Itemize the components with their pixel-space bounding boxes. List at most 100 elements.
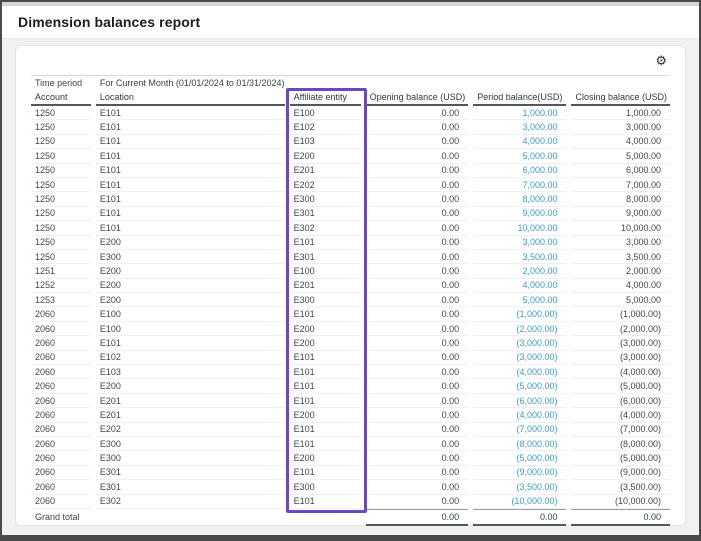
cell-period[interactable]: 4,000.00 bbox=[473, 135, 566, 149]
cell-opening: 0.00 bbox=[366, 322, 468, 336]
table-row: 2060E300E1010.00(8,000.00)(8,000.00) bbox=[31, 437, 670, 451]
cell-location: E101 bbox=[96, 336, 285, 350]
cell-period[interactable]: 4,000.00 bbox=[473, 279, 566, 293]
table-row: 1252E200E2010.004,000.004,000.00 bbox=[31, 279, 670, 293]
cell-location: E200 bbox=[96, 379, 285, 393]
cell-period[interactable]: 3,000.00 bbox=[473, 236, 566, 250]
table-row: 2060E100E1010.00(1,000.00)(1,000.00) bbox=[31, 307, 670, 321]
cell-period[interactable]: 5,000.00 bbox=[473, 149, 566, 163]
cell-location: E200 bbox=[96, 293, 285, 307]
cell-account: 2060 bbox=[31, 423, 91, 437]
cell-period[interactable]: (3,000.00) bbox=[473, 351, 566, 365]
cell-opening: 0.00 bbox=[366, 250, 468, 264]
cell-period[interactable]: (6,000.00) bbox=[473, 394, 566, 408]
cell-period[interactable]: (3,500.00) bbox=[473, 480, 566, 494]
report-table-area: Time period For Current Month (01/01/202… bbox=[31, 75, 670, 526]
cell-closing: (5,000.00) bbox=[571, 379, 670, 393]
cell-affiliate: E101 bbox=[290, 307, 361, 321]
cell-affiliate: E101 bbox=[290, 236, 361, 250]
cell-period[interactable]: (5,000.00) bbox=[473, 379, 566, 393]
cell-period[interactable]: (7,000.00) bbox=[473, 423, 566, 437]
cell-closing: (7,000.00) bbox=[571, 423, 670, 437]
cell-affiliate: E301 bbox=[290, 250, 361, 264]
cell-account: 1250 bbox=[31, 221, 91, 235]
cell-period[interactable]: 3,500.00 bbox=[473, 250, 566, 264]
balances-table: Time period For Current Month (01/01/202… bbox=[26, 76, 675, 526]
cell-account: 1252 bbox=[31, 279, 91, 293]
cell-period[interactable]: (2,000.00) bbox=[473, 322, 566, 336]
cell-account: 1253 bbox=[31, 293, 91, 307]
cell-location: E101 bbox=[96, 221, 285, 235]
cell-period[interactable]: 1,000.00 bbox=[473, 106, 566, 120]
cell-opening: 0.00 bbox=[366, 365, 468, 379]
cell-account: 2060 bbox=[31, 379, 91, 393]
time-period-row: Time period For Current Month (01/01/202… bbox=[31, 76, 670, 90]
cell-period[interactable]: (4,000.00) bbox=[473, 365, 566, 379]
table-row: 1250E101E3020.0010,000.0010,000.00 bbox=[31, 221, 670, 235]
cell-affiliate: E101 bbox=[290, 394, 361, 408]
cell-affiliate: E101 bbox=[290, 495, 361, 509]
cell-location: E201 bbox=[96, 394, 285, 408]
cell-account: 1250 bbox=[31, 135, 91, 149]
cell-period[interactable]: 9,000.00 bbox=[473, 207, 566, 221]
cell-opening: 0.00 bbox=[366, 120, 468, 134]
cell-period[interactable]: 2,000.00 bbox=[473, 264, 566, 278]
cell-location: E101 bbox=[96, 120, 285, 134]
cell-affiliate: E101 bbox=[290, 365, 361, 379]
table-row: 2060E300E2000.00(5,000.00)(5,000.00) bbox=[31, 451, 670, 465]
table-row: 1250E200E1010.003,000.003,000.00 bbox=[31, 236, 670, 250]
cell-period[interactable]: (3,000.00) bbox=[473, 336, 566, 350]
cell-opening: 0.00 bbox=[366, 423, 468, 437]
cell-closing: (6,000.00) bbox=[571, 394, 670, 408]
page-header: Dimension balances report bbox=[2, 6, 699, 39]
cell-account: 2060 bbox=[31, 437, 91, 451]
cell-closing: (10,000.00) bbox=[571, 495, 670, 509]
table-row: 1250E101E1000.001,000.001,000.00 bbox=[31, 106, 670, 120]
cell-period[interactable]: 7,000.00 bbox=[473, 178, 566, 192]
table-row: 1250E101E3010.009,000.009,000.00 bbox=[31, 207, 670, 221]
cell-period[interactable]: (10,000.00) bbox=[473, 495, 566, 509]
cell-period[interactable]: 3,000.00 bbox=[473, 120, 566, 134]
table-row: 2060E102E1010.00(3,000.00)(3,000.00) bbox=[31, 351, 670, 365]
cell-closing: (8,000.00) bbox=[571, 437, 670, 451]
cell-account: 1250 bbox=[31, 250, 91, 264]
grand-total-opening: 0.00 bbox=[366, 509, 468, 526]
cell-closing: 3,000.00 bbox=[571, 236, 670, 250]
cell-account: 2060 bbox=[31, 394, 91, 408]
cell-period[interactable]: 6,000.00 bbox=[473, 164, 566, 178]
cell-affiliate: E300 bbox=[290, 480, 361, 494]
cell-affiliate: E101 bbox=[290, 466, 361, 480]
table-row: 2060E301E3000.00(3,500.00)(3,500.00) bbox=[31, 480, 670, 494]
cell-opening: 0.00 bbox=[366, 221, 468, 235]
cell-affiliate: E102 bbox=[290, 120, 361, 134]
cell-period[interactable]: 8,000.00 bbox=[473, 192, 566, 206]
cell-closing: 3,000.00 bbox=[571, 120, 670, 134]
cell-closing: 9,000.00 bbox=[571, 207, 670, 221]
cell-opening: 0.00 bbox=[366, 466, 468, 480]
cell-period[interactable]: (1,000.00) bbox=[473, 307, 566, 321]
cell-location: E300 bbox=[96, 437, 285, 451]
cell-account: 2060 bbox=[31, 365, 91, 379]
cell-affiliate: E200 bbox=[290, 322, 361, 336]
cell-period[interactable]: (5,000.00) bbox=[473, 451, 566, 465]
cell-account: 2060 bbox=[31, 495, 91, 509]
column-header-location: Location bbox=[96, 90, 285, 106]
cell-account: 1250 bbox=[31, 236, 91, 250]
gear-icon[interactable]: ⚙ bbox=[652, 52, 670, 69]
cell-account: 1251 bbox=[31, 264, 91, 278]
cell-affiliate: E201 bbox=[290, 279, 361, 293]
cell-location: E101 bbox=[96, 164, 285, 178]
cell-period[interactable]: 10,000.00 bbox=[473, 221, 566, 235]
cell-period[interactable]: 5,000.00 bbox=[473, 293, 566, 307]
report-toolbar: ⚙ bbox=[31, 46, 670, 75]
cell-account: 1250 bbox=[31, 192, 91, 206]
cell-location: E201 bbox=[96, 408, 285, 422]
cell-period[interactable]: (9,000.00) bbox=[473, 466, 566, 480]
cell-account: 1250 bbox=[31, 106, 91, 120]
grand-total-row: Grand total 0.00 0.00 0.00 bbox=[31, 509, 670, 526]
cell-affiliate: E301 bbox=[290, 207, 361, 221]
cell-period[interactable]: (4,000.00) bbox=[473, 408, 566, 422]
time-period-label: Time period bbox=[31, 76, 91, 90]
cell-closing: (3,000.00) bbox=[571, 351, 670, 365]
cell-period[interactable]: (8,000.00) bbox=[473, 437, 566, 451]
